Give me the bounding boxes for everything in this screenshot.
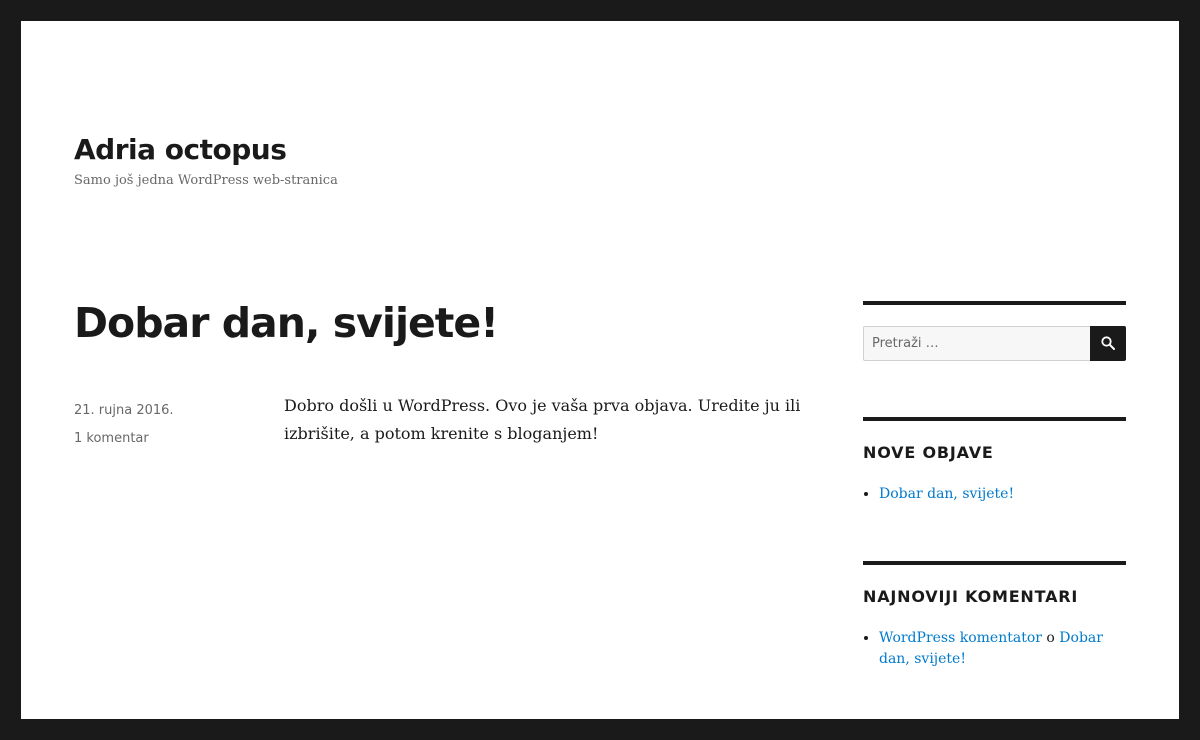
comment-separator: o xyxy=(1046,630,1055,646)
site-title[interactable]: Adria octopus xyxy=(74,133,287,167)
site-description: Samo još jedna WordPress web-stranica xyxy=(74,173,338,188)
recent-posts-title: NOVE OBJAVE xyxy=(863,443,994,462)
list-item: WordPress komentator o Dobar dan, svijet… xyxy=(879,628,1126,670)
comment-author-link[interactable]: WordPress komentator xyxy=(879,630,1042,646)
search-input[interactable] xyxy=(863,326,1090,361)
search-icon xyxy=(1101,336,1115,350)
recent-comments-widget: NAJNOVIJI KOMENTARI WordPress komentator… xyxy=(863,561,1126,667)
post-comments-link[interactable]: 1 komentar xyxy=(74,425,174,453)
post-meta: 21. rujna 2016. 1 komentar xyxy=(74,397,174,453)
search-form xyxy=(863,326,1126,361)
post-content: Dobro došli u WordPress. Ovo je vaša prv… xyxy=(284,396,801,443)
post-title[interactable]: Dobar dan, svijete! xyxy=(74,300,499,346)
list-item: Dobar dan, svijete! xyxy=(879,484,1126,505)
recent-post-link[interactable]: Dobar dan, svijete! xyxy=(879,486,1014,502)
page: Adria octopus Samo još jedna WordPress w… xyxy=(21,21,1179,719)
search-widget xyxy=(863,301,1126,361)
search-button[interactable] xyxy=(1090,326,1126,361)
post-date-link[interactable]: 21. rujna 2016. xyxy=(74,397,174,425)
recent-posts-widget: NOVE OBJAVE Dobar dan, svijete! xyxy=(863,417,1126,502)
recent-comments-list: WordPress komentator o Dobar dan, svijet… xyxy=(863,628,1126,670)
recent-posts-list: Dobar dan, svijete! xyxy=(863,484,1126,505)
recent-comments-title: NAJNOVIJI KOMENTARI xyxy=(863,587,1079,606)
